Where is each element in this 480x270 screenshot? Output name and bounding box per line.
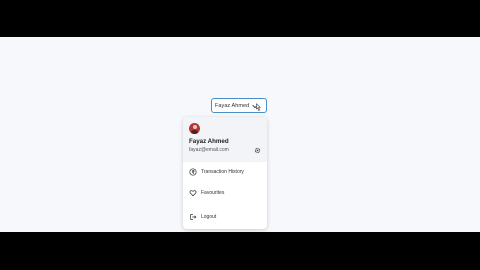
dropdown-user-name: Fayaz Ahmed: [189, 138, 229, 145]
profile-name-label: Fayaz Ahmed: [215, 102, 250, 109]
menu-item-label: Transaction History: [201, 169, 244, 175]
avatar: [189, 123, 200, 134]
profile-summary: Fayaz Ahmed fayaz@email.com: [183, 117, 267, 162]
currency-icon: [189, 168, 197, 176]
menu-item-label: Logout: [201, 214, 217, 220]
dropdown-user-email: fayaz@email.com: [189, 147, 229, 153]
menu-item-favourites[interactable]: Favourites: [183, 186, 267, 200]
app-canvas: Fayaz Ahmed Fayaz Ahmed fayaz@email.com …: [0, 37, 480, 232]
mouse-cursor-icon: [256, 103, 261, 111]
menu-item-label: Favourites: [201, 190, 225, 196]
profile-dropdown-menu: Fayaz Ahmed fayaz@email.com Transaction …: [183, 117, 267, 229]
menu-item-logout[interactable]: Logout: [183, 210, 267, 224]
gear-icon[interactable]: [254, 147, 261, 154]
logout-icon: [190, 214, 197, 220]
menu-item-transaction-history[interactable]: Transaction History: [183, 165, 267, 179]
heart-icon: [189, 190, 197, 197]
